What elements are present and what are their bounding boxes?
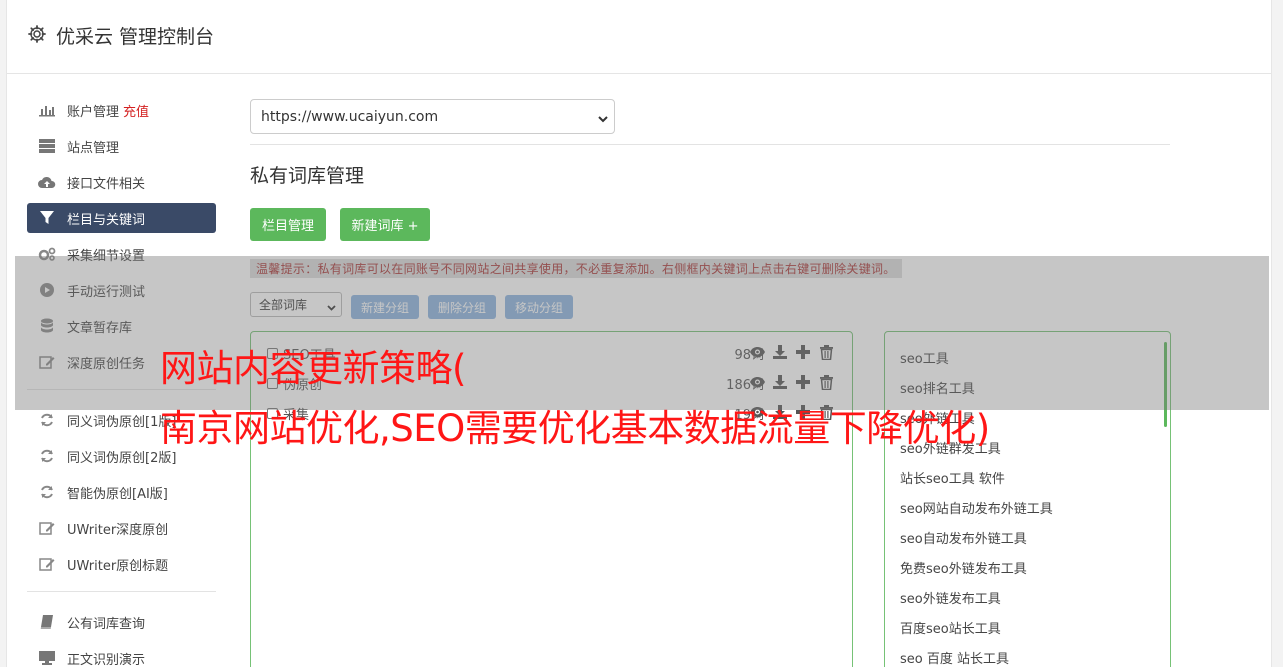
keyword-item[interactable]: 站长seo工具 软件 [900, 468, 1005, 487]
sidebar-item-label: UWriter原创标题 [67, 558, 169, 574]
keyword-item[interactable]: seo自动发布外链工具 [900, 528, 1027, 547]
keyword-item[interactable]: 免费seo外链发布工具 [900, 558, 1027, 577]
site-select[interactable]: https://www.ucaiyun.com [250, 99, 615, 134]
overlay-title-line2: 南京网站优化,SEO需要优化基本数据流量下降优化) [160, 407, 990, 450]
sidebar-divider [27, 591, 216, 592]
monitor-icon [38, 650, 56, 666]
sidebar-item-uwriter-deep[interactable]: UWriter深度原创 [27, 513, 216, 543]
sidebar-item-interface[interactable]: 接口文件相关 [27, 167, 216, 197]
bar-chart-icon [38, 102, 56, 118]
sidebar-item-uwriter-title[interactable]: UWriter原创标题 [27, 549, 216, 579]
app-title: 优采云 管理控制台 [56, 26, 215, 48]
sidebar-item-label: 接口文件相关 [67, 176, 146, 192]
edit-icon [38, 556, 56, 572]
edit-icon [38, 520, 56, 536]
keyword-item[interactable]: seo 百度 站长工具 [900, 648, 1009, 667]
sidebar-item-label: 智能伪原创[AI版] [67, 486, 168, 502]
sidebar-item-text-recognition[interactable]: 正文识别演示 [27, 643, 216, 667]
divider [250, 144, 1170, 145]
keyword-item[interactable]: seo外链发布工具 [900, 588, 1001, 607]
book-icon [38, 614, 56, 630]
chevron-down-icon [598, 112, 608, 128]
sidebar-item-public-lib[interactable]: 公有词库查询 [27, 607, 216, 637]
sidebar-item-label: 栏目与关键词 [67, 212, 146, 228]
cloud-upload-icon [38, 174, 56, 190]
site-select-value: https://www.ucaiyun.com [261, 108, 439, 125]
gear-icon [27, 24, 47, 44]
refresh-icon [38, 484, 56, 500]
page-title: 私有词库管理 [250, 165, 365, 187]
sidebar-item-label: 站点管理 [67, 140, 120, 156]
sidebar-item-keywords[interactable]: 栏目与关键词 [27, 203, 216, 233]
sidebar-item-label: 正文识别演示 [67, 652, 146, 667]
sidebar-item-label: UWriter深度原创 [67, 522, 169, 538]
column-manage-button[interactable]: 栏目管理 [250, 208, 326, 241]
sidebar-item-account[interactable]: 账户管理 充值 [27, 95, 216, 125]
overlay-title-line1: 网站内容更新策略( [160, 347, 466, 390]
keyword-item[interactable]: seo网站自动发布外链工具 [900, 498, 1053, 517]
header-bar: 优采云 管理控制台 [7, 0, 1271, 74]
sidebar-item-ai-rewrite[interactable]: 智能伪原创[AI版] [27, 477, 216, 507]
sidebar-item-label: 账户管理 [67, 104, 120, 120]
sidebar-item-sites[interactable]: 站点管理 [27, 131, 216, 161]
refresh-icon [38, 448, 56, 464]
recharge-link[interactable]: 充值 [123, 101, 149, 120]
filter-icon [38, 210, 56, 226]
refresh-icon [38, 412, 56, 428]
new-library-button[interactable]: 新建词库 + [340, 208, 430, 241]
keyword-item[interactable]: 百度seo站长工具 [900, 618, 1001, 637]
sidebar-item-label: 公有词库查询 [67, 616, 146, 632]
server-icon [38, 138, 56, 154]
